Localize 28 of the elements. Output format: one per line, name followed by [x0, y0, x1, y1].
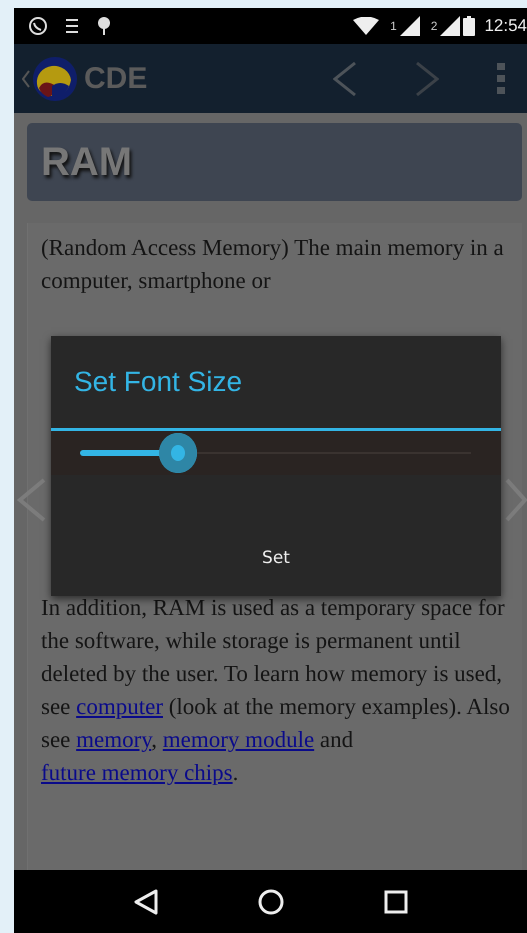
- previous-page-icon[interactable]: [16, 478, 46, 522]
- article-title: RAM: [41, 140, 132, 184]
- article-link[interactable]: memory: [76, 727, 152, 752]
- article-link[interactable]: computer: [76, 694, 163, 719]
- app-title: CDE: [84, 62, 148, 96]
- sim-label: 2: [430, 19, 438, 33]
- clock-time: 12:54: [484, 16, 527, 36]
- wifi-icon: [353, 17, 380, 35]
- article-text: (Random Access Memory) The main memory in a computer, smartphone or: [41, 234, 505, 295]
- sim-label: 1: [390, 19, 397, 33]
- slider-thumb[interactable]: [158, 433, 197, 473]
- back-chevron-icon[interactable]: [22, 70, 30, 88]
- signal-icon: [440, 16, 460, 36]
- back-icon[interactable]: [133, 888, 160, 916]
- recents-icon[interactable]: [384, 890, 408, 914]
- dialog-title: Set Font Size: [73, 365, 242, 398]
- article-link[interactable]: future memory chips: [41, 760, 233, 785]
- next-page-icon[interactable]: [505, 478, 527, 522]
- battery-icon: [463, 16, 476, 36]
- overflow-menu-icon[interactable]: [497, 62, 505, 94]
- set-button[interactable]: Set: [246, 542, 306, 574]
- chat-icon: [27, 15, 49, 37]
- pin-icon: [95, 15, 113, 37]
- signal-icon: [400, 16, 420, 36]
- notification-icon: [63, 17, 81, 35]
- logo-icon: [32, 56, 78, 102]
- article-link[interactable]: memory module: [162, 727, 314, 752]
- home-icon[interactable]: [257, 888, 286, 916]
